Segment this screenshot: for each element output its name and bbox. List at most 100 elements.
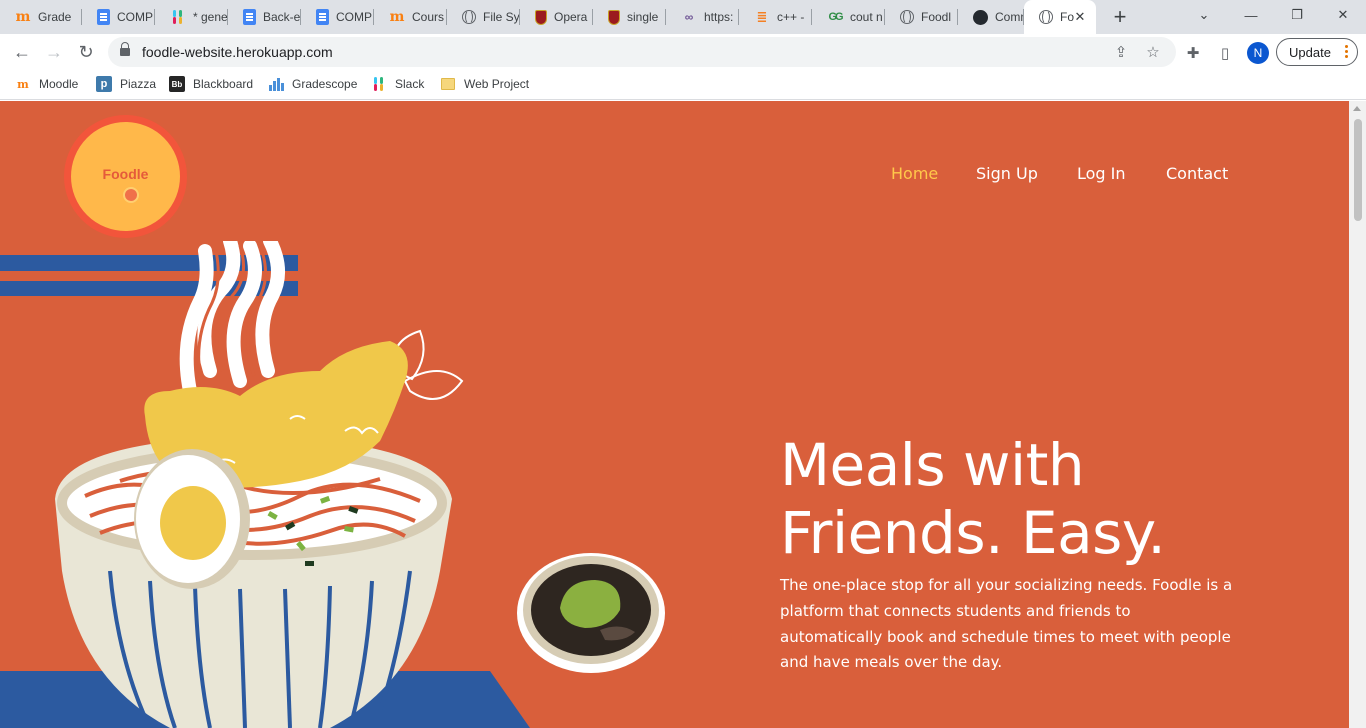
headline-line-2: Friends. Easy.	[780, 499, 1166, 567]
hero-description: The one-place stop for all your socializ…	[780, 576, 1233, 672]
browser-tab[interactable]: File Sy	[447, 0, 520, 34]
new-tab-button[interactable]: +	[1108, 4, 1132, 29]
tab-title: single	[627, 10, 659, 24]
tab-strip: m Grade COMP * gene Back-e COMP m Cours …	[0, 0, 1366, 34]
bookmark-blackboard[interactable]: Bb Blackboard	[169, 76, 253, 92]
browser-tab[interactable]: Opera	[520, 0, 593, 34]
crest-icon	[608, 9, 620, 25]
restore-icon[interactable]: ❐	[1274, 0, 1320, 30]
browser-tab[interactable]: Comn	[958, 0, 1024, 34]
bookmark-gradescope[interactable]: Gradescope	[268, 76, 357, 92]
geeksforgeeks-icon: GG	[828, 11, 843, 23]
docs-icon	[97, 9, 110, 25]
logo-text: Foodle	[102, 166, 149, 182]
share-icon[interactable]: ⇪	[1112, 43, 1130, 61]
page-viewport: Foodle Home Sign Up Log In Contact Meals…	[0, 101, 1366, 728]
tab-title: https:	[704, 10, 734, 24]
browser-tab[interactable]: ∞ https:	[666, 0, 739, 34]
tab-title: COMP	[336, 10, 372, 24]
hero-section: Foodle Home Sign Up Log In Contact Meals…	[0, 101, 1349, 728]
crest-icon	[535, 9, 547, 25]
bookmark-label: Blackboard	[193, 77, 254, 91]
browser-tab[interactable]: ≣ c++ -	[739, 0, 812, 34]
bookmark-label: Piazza	[120, 77, 157, 91]
nav-home[interactable]: Home	[891, 164, 938, 183]
tab-title: Comn	[995, 10, 1024, 24]
docs-icon	[243, 9, 256, 25]
profile-avatar[interactable]: N	[1247, 42, 1269, 64]
wheel-icon	[123, 187, 139, 203]
page-scrollbar[interactable]	[1349, 101, 1366, 728]
browser-tab[interactable]: single	[593, 0, 666, 34]
menu-dots-icon	[1345, 45, 1348, 48]
gradescope-icon	[268, 76, 284, 92]
bookmark-web-project[interactable]: Web Project	[440, 76, 529, 92]
update-label: Update	[1289, 44, 1331, 60]
url-text[interactable]: foodle-website.herokuapp.com	[142, 44, 333, 60]
tab-search-icon[interactable]: ⌄	[1181, 0, 1227, 30]
side-panel-icon[interactable]: ▯	[1215, 43, 1235, 63]
browser-tab[interactable]: COMP	[301, 0, 374, 34]
bookmark-piazza[interactable]: p Piazza	[96, 76, 156, 92]
extensions-icon[interactable]: ✚	[1183, 43, 1203, 63]
bookmark-label: Gradescope	[292, 77, 358, 91]
foodle-logo[interactable]: Foodle	[64, 115, 187, 238]
tab-title: File Sy	[483, 10, 520, 24]
bookmark-moodle[interactable]: m Moodle	[15, 76, 78, 92]
scroll-up-arrow-icon[interactable]	[1353, 106, 1361, 111]
tab-title: Grade	[38, 10, 72, 24]
browser-tab[interactable]: Foodl	[885, 0, 958, 34]
browser-tab[interactable]: m Cours	[374, 0, 447, 34]
folder-icon	[441, 78, 455, 90]
slack-icon	[371, 76, 387, 92]
moodle-icon: m	[17, 77, 29, 91]
blackboard-icon: Bb	[169, 76, 185, 92]
close-window-icon[interactable]: ✕	[1320, 0, 1366, 30]
browser-tab[interactable]: COMP	[82, 0, 155, 34]
moodle-icon: m	[15, 9, 31, 25]
link-icon: ∞	[684, 10, 694, 24]
tab-title: Back-e	[263, 10, 301, 24]
globe-icon	[900, 10, 914, 24]
nav-log-in[interactable]: Log In	[1077, 164, 1126, 183]
browser-toolbar: ← → ↻ foodle-website.herokuapp.com ⇪ ☆ ✚…	[0, 34, 1366, 70]
scroll-thumb[interactable]	[1354, 119, 1362, 221]
stackoverflow-icon: ≣	[756, 9, 768, 24]
browser-tab[interactable]: Back-e	[228, 0, 301, 34]
tab-title: COMP	[117, 10, 153, 24]
piazza-icon: p	[96, 76, 112, 92]
tab-title: Foodl	[921, 10, 952, 24]
bookmarks-bar: m Moodle p Piazza Bb Blackboard Gradesco…	[0, 70, 1366, 100]
forward-icon[interactable]: →	[40, 38, 68, 66]
bookmark-label: Moodle	[39, 77, 79, 91]
headline-line-1: Meals with	[780, 431, 1085, 499]
sauce-dish-illustration	[517, 553, 665, 673]
close-tab-icon[interactable]: ✕	[1072, 9, 1088, 25]
lock-icon[interactable]	[120, 42, 130, 56]
back-icon[interactable]: ←	[8, 38, 36, 66]
moodle-icon: m	[389, 9, 405, 25]
globe-icon	[462, 10, 476, 24]
update-button[interactable]: Update	[1276, 38, 1358, 66]
tab-title: Opera	[554, 10, 588, 24]
minimize-icon[interactable]: —	[1228, 0, 1274, 30]
browser-tab-active[interactable]: Fo ✕	[1024, 0, 1096, 34]
bookmark-star-icon[interactable]: ☆	[1144, 43, 1162, 61]
browser-tab[interactable]: GG cout n	[812, 0, 885, 34]
github-icon	[973, 9, 988, 25]
address-bar[interactable]: foodle-website.herokuapp.com ⇪ ☆	[108, 37, 1176, 67]
ramen-illustration	[0, 241, 530, 728]
browser-tab[interactable]: * gene	[155, 0, 228, 34]
nav-sign-up[interactable]: Sign Up	[976, 164, 1038, 183]
tab-title: c++ -	[777, 10, 805, 24]
browser-tab[interactable]: m Grade	[0, 0, 82, 34]
tab-title: Cours	[412, 10, 445, 24]
bookmark-slack[interactable]: Slack	[371, 76, 424, 92]
nav-contact[interactable]: Contact	[1166, 164, 1228, 183]
bookmark-label: Web Project	[464, 77, 530, 91]
globe-icon	[1039, 10, 1053, 24]
reload-icon[interactable]: ↻	[72, 38, 100, 66]
tab-title: cout n	[850, 10, 883, 24]
tab-title: * gene	[193, 10, 228, 24]
docs-icon	[316, 9, 329, 25]
